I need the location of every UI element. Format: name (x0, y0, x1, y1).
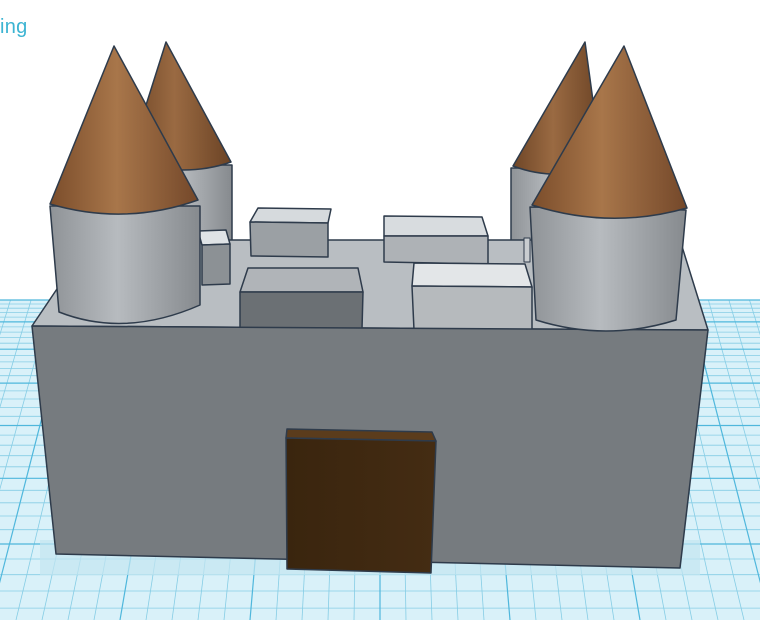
roof-block-front-right[interactable] (411, 262, 533, 332)
roof-block-small-left-top (197, 229, 231, 246)
roof-block-slim-right (523, 237, 531, 263)
corner-label: ing (0, 16, 28, 38)
roof-block-back-right-top (383, 215, 489, 237)
tower-front-right-body (529, 206, 687, 332)
3d-viewport[interactable] (0, 0, 760, 620)
castle-door-front (285, 437, 437, 574)
roof-block-front-center-front (239, 291, 364, 330)
tower-front-right[interactable] (529, 45, 688, 332)
castle-model[interactable] (31, 41, 709, 574)
roof-block-back-center[interactable] (249, 207, 332, 258)
roof-block-front-center[interactable] (239, 267, 364, 330)
roof-block-front-right-top (411, 262, 533, 288)
roof-block-back-center-top (249, 207, 332, 224)
tower-front-left-body (49, 205, 201, 325)
roof-block-small-left-front (201, 243, 231, 286)
roof-block-back-center-front (249, 221, 329, 258)
castle-door[interactable] (285, 428, 437, 574)
roof-block-front-center-top (239, 267, 364, 293)
roof-block-back-right[interactable] (383, 215, 489, 265)
roof-block-small-left[interactable] (197, 229, 231, 286)
roof-block-back-right-front (383, 235, 489, 265)
roof-block-front-right-front (411, 285, 533, 332)
